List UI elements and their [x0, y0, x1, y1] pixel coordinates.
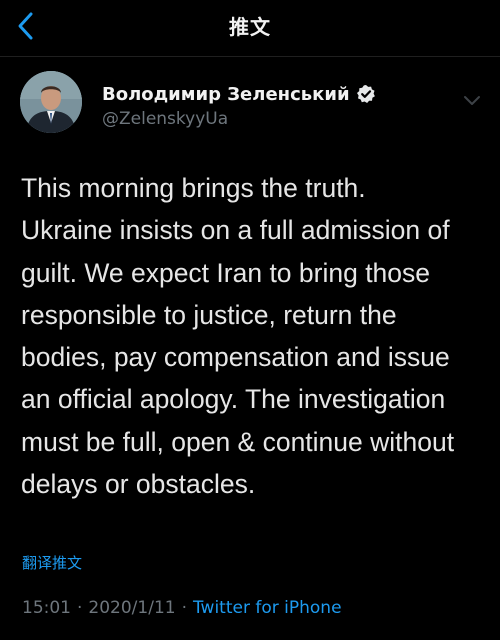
author-display-name[interactable]: Володимир Зеленський [102, 84, 350, 105]
tweet-time: 15:01 [22, 598, 71, 618]
translate-tweet-link[interactable]: 翻译推文 [22, 552, 82, 573]
tweet-metadata: 15:01 · 2020/1/11 · Twitter for iPhone [22, 596, 342, 620]
meta-separator: · [77, 598, 83, 618]
meta-separator: · [181, 598, 187, 618]
more-options-button[interactable] [460, 90, 484, 110]
tweet-source-link[interactable]: Twitter for iPhone [193, 598, 342, 618]
avatar-photo-icon [20, 71, 82, 133]
author-name-row: Володимир Зеленський [102, 82, 376, 106]
verified-badge-icon [356, 84, 376, 104]
tweet-date: 2020/1/11 [88, 598, 176, 618]
tweet-body-text: This morning brings the truth. Ukraine i… [21, 173, 455, 500]
tweet-author-header: Володимир Зеленський @ZelenskyyUa [0, 57, 500, 153]
author-handle[interactable]: @ZelenskyyUa [102, 109, 228, 129]
avatar[interactable] [20, 71, 82, 133]
navigation-bar: 推文 [0, 0, 500, 52]
chevron-down-icon [464, 96, 480, 105]
page-title: 推文 [229, 15, 271, 39]
